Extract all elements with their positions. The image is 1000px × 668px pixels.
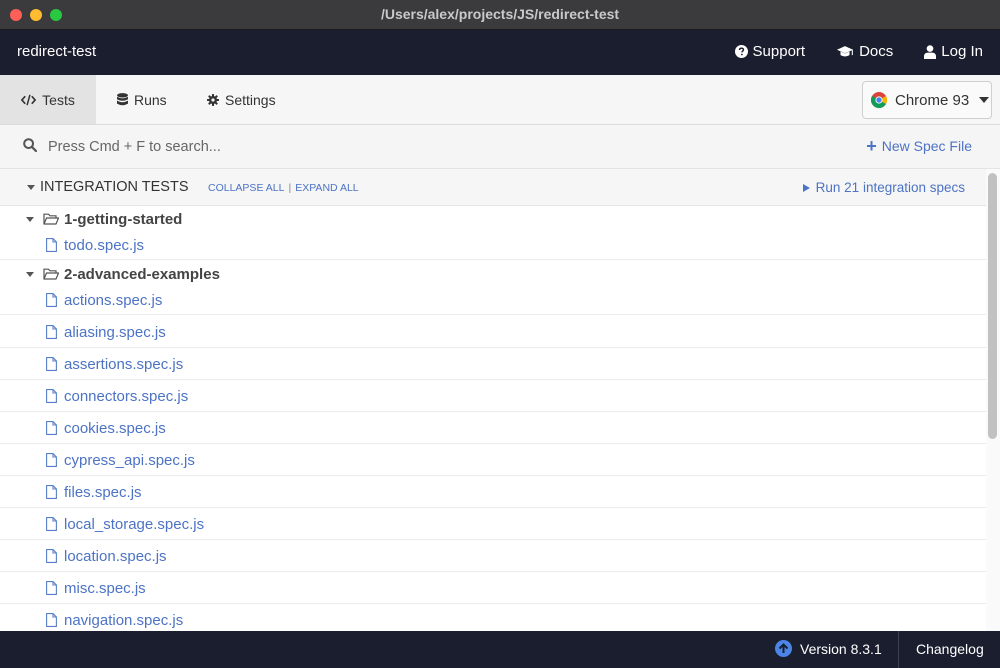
file-icon (46, 613, 57, 627)
new-spec-file-label: New Spec File (881, 138, 972, 154)
window-title: /Users/alex/projects/JS/redirect-test (380, 6, 620, 22)
folder-row[interactable]: 2-advanced-examples (0, 261, 986, 287)
support-link[interactable]: Support (734, 43, 806, 60)
spec-file-row[interactable]: cypress_api.spec.js (0, 444, 986, 476)
spec-file-name: cypress_api.spec.js (64, 452, 195, 469)
spec-file-row[interactable]: todo.spec.js (0, 232, 986, 260)
folder-row[interactable]: 1-getting-started (0, 206, 986, 232)
folder-name: 1-getting-started (64, 211, 183, 228)
folder-open-icon (43, 213, 59, 225)
tab-tests-label: Tests (42, 91, 75, 108)
window-titlebar: /Users/alex/projects/JS/redirect-test (0, 0, 1000, 30)
spec-file-name: actions.spec.js (64, 292, 163, 309)
spec-file-row[interactable]: aliasing.spec.js (0, 316, 986, 348)
file-icon (46, 485, 57, 499)
spec-file-name: cookies.spec.js (64, 420, 166, 437)
caret-down-icon (26, 217, 34, 222)
spec-file-name: assertions.spec.js (64, 356, 184, 373)
caret-down-icon[interactable] (27, 185, 35, 190)
app-header: redirect-test Support Docs Log In (0, 30, 1000, 75)
changelog-link[interactable]: Changelog (916, 641, 984, 657)
file-icon (46, 293, 57, 307)
spec-file-row[interactable]: cookies.spec.js (0, 412, 986, 444)
folder-open-icon (43, 268, 59, 280)
login-link[interactable]: Log In (924, 43, 983, 60)
file-icon (46, 421, 57, 435)
collapse-all-link[interactable]: COLLAPSE ALL (208, 182, 284, 194)
version-button[interactable]: Version 8.3.1 (775, 640, 882, 657)
file-icon (46, 453, 57, 467)
spec-file-name: navigation.spec.js (64, 612, 184, 629)
tab-runs-label: Runs (134, 91, 167, 108)
integration-tests-title: INTEGRATION TESTS (40, 179, 189, 195)
file-icon (46, 549, 57, 563)
search-input[interactable] (48, 135, 548, 159)
gear-icon (207, 93, 219, 106)
scrollbar-thumb[interactable] (988, 173, 997, 439)
graduation-cap-icon (836, 46, 854, 57)
file-icon (46, 517, 57, 531)
file-icon (46, 325, 57, 339)
expand-all-link[interactable]: EXPAND ALL (295, 182, 358, 194)
docs-link-label: Docs (859, 43, 894, 60)
project-name: redirect-test (17, 43, 97, 60)
plus-icon: + (866, 136, 877, 156)
run-integration-specs-label: Run 21 integration specs (815, 180, 965, 195)
run-integration-specs-button[interactable]: Run 21 integration specs (802, 180, 965, 195)
chrome-icon (871, 92, 887, 108)
tab-settings[interactable]: Settings (207, 75, 276, 124)
play-icon (802, 183, 810, 192)
folder-name: 2-advanced-examples (64, 266, 220, 283)
spec-file-row[interactable]: local_storage.spec.js (0, 508, 986, 540)
file-icon (46, 238, 57, 252)
chevron-down-icon (979, 97, 990, 103)
code-icon (21, 94, 37, 105)
spec-file-name: aliasing.spec.js (64, 324, 166, 341)
spec-file-name: todo.spec.js (64, 237, 145, 254)
browser-select-label: Chrome 93 (895, 91, 970, 109)
specs-scrollbar[interactable] (986, 169, 1000, 631)
login-link-label: Log In (941, 43, 983, 60)
caret-down-icon (26, 272, 34, 277)
new-spec-file-button[interactable]: + New Spec File (866, 136, 972, 156)
spec-file-name: files.spec.js (64, 484, 142, 501)
arrow-up-circle-icon (775, 640, 792, 657)
support-link-label: Support (752, 43, 806, 60)
spec-file-name: misc.spec.js (64, 580, 146, 597)
database-icon (117, 93, 128, 106)
file-icon (46, 389, 57, 403)
tab-runs[interactable]: Runs (117, 75, 167, 124)
docs-link[interactable]: Docs (836, 43, 893, 60)
browser-select[interactable]: Chrome 93 (862, 81, 992, 119)
file-icon (46, 581, 57, 595)
spec-file-name: local_storage.spec.js (64, 516, 205, 533)
user-icon (924, 44, 937, 59)
spec-file-row[interactable]: location.spec.js (0, 540, 986, 572)
spec-file-row[interactable]: misc.spec.js (0, 572, 986, 604)
header-links: Support Docs Log In (734, 43, 983, 60)
version-label: Version 8.3.1 (800, 640, 882, 657)
spec-file-row[interactable]: navigation.spec.js (0, 604, 986, 631)
collapse-expand-links: COLLAPSE ALL | EXPAND ALL (208, 182, 359, 194)
spec-file-row[interactable]: assertions.spec.js (0, 348, 986, 380)
spec-file-name: connectors.spec.js (64, 388, 189, 405)
link-separator: | (288, 182, 292, 194)
spec-file-name: location.spec.js (64, 548, 167, 565)
question-circle-icon (734, 45, 748, 58)
specs-list: INTEGRATION TESTS COLLAPSE ALL | EXPAND AL… (0, 169, 986, 631)
footer-divider (898, 631, 899, 668)
search-bar: + New Spec File (0, 125, 1000, 169)
search-icon (23, 138, 37, 152)
integration-tests-header: INTEGRATION TESTS COLLAPSE ALL | EXPAND AL… (0, 169, 986, 206)
spec-file-row[interactable]: actions.spec.js (0, 287, 986, 315)
spec-file-row[interactable]: connectors.spec.js (0, 380, 986, 412)
nav-tabs: Tests Runs Settings Chrome 93 (0, 75, 1000, 125)
file-icon (46, 357, 57, 371)
tab-tests[interactable]: Tests (0, 75, 96, 124)
tab-settings-label: Settings (225, 91, 276, 108)
app-footer: Version 8.3.1 Changelog (0, 631, 1000, 668)
spec-file-row[interactable]: files.spec.js (0, 476, 986, 508)
